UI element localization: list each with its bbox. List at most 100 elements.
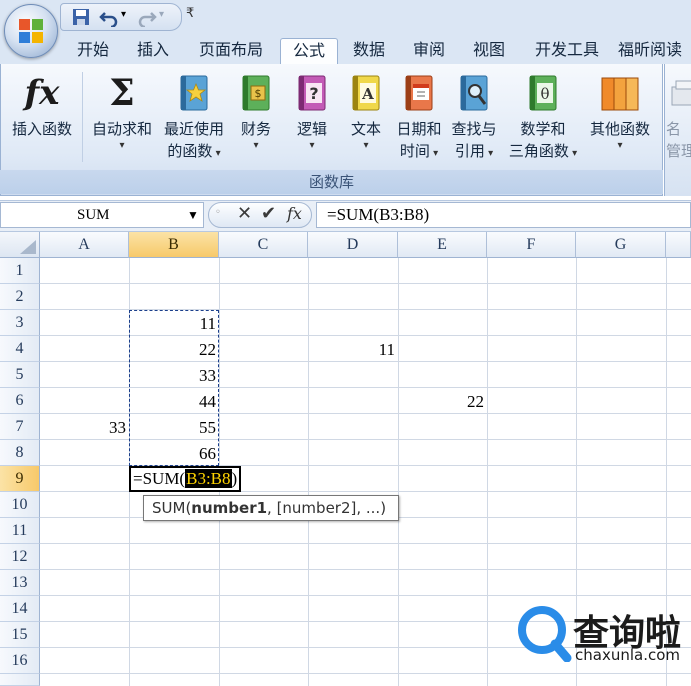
lookup-reference-button[interactable]: 查找与 引用 ▾ — [446, 68, 502, 165]
row-header-1[interactable]: 1 — [0, 258, 40, 284]
dropdown-arrow-icon: ▾ — [617, 140, 623, 151]
row-header-12[interactable]: 12 — [0, 544, 40, 570]
edit-prefix: =SUM( — [133, 469, 186, 488]
column-header-e[interactable]: E — [398, 232, 487, 258]
tooltip-arg1: number1 — [191, 499, 268, 517]
row-header-8[interactable]: 8 — [0, 440, 40, 466]
row-header-14[interactable]: 14 — [0, 596, 40, 622]
cell-d4[interactable]: 11 — [308, 336, 398, 362]
dropdown-arrow-icon: ▾ — [119, 140, 125, 151]
row-header-16[interactable]: 16 — [0, 648, 40, 674]
formula-input[interactable]: =SUM(B3:B8) — [316, 202, 691, 228]
tab-foxit-reader[interactable]: 福昕阅读 — [618, 38, 691, 64]
column-header-a[interactable]: A — [40, 232, 129, 258]
cell-a7[interactable]: 33 — [40, 414, 129, 440]
row-header-7[interactable]: 7 — [0, 414, 40, 440]
math-trig-button[interactable]: θ 数学和 三角函数 ▾ — [502, 68, 584, 165]
tab-data[interactable]: 数据 — [342, 38, 396, 64]
expand-handle-icon[interactable]: ◦ — [215, 207, 221, 218]
row-header-6[interactable]: 6 — [0, 388, 40, 414]
select-all-corner[interactable] — [0, 232, 40, 258]
customize-qat-button[interactable]: ₹ — [186, 6, 194, 21]
row-header-11[interactable]: 11 — [0, 518, 40, 544]
dropdown-arrow-icon: ▾ — [212, 148, 221, 159]
insert-function-button[interactable]: fx 插入函数 — [6, 68, 78, 140]
edit-suffix: ) — [231, 469, 238, 488]
row-header-2[interactable]: 2 — [0, 284, 40, 310]
cancel-icon[interactable]: ✕ — [237, 203, 252, 224]
name-manager-icon — [666, 68, 691, 118]
svg-text:A: A — [361, 85, 374, 103]
dropdown-arrow-icon: ▾ — [568, 148, 578, 159]
row-header-15[interactable]: 15 — [0, 622, 40, 648]
magnifier-logo-icon — [518, 606, 572, 662]
column-header-d[interactable]: D — [308, 232, 398, 258]
sigma-icon: Σ — [109, 72, 135, 114]
tab-review[interactable]: 审阅 — [402, 38, 456, 64]
undo-icon[interactable] — [99, 7, 119, 27]
lookup-book-icon — [452, 68, 496, 118]
active-cell-b9[interactable]: =SUM(B3:B8) — [129, 466, 241, 492]
autosum-button[interactable]: Σ 自动求和 ▾ — [86, 68, 158, 151]
name-manager-button[interactable]: 名 管理 — [666, 68, 691, 162]
save-icon[interactable] — [71, 7, 91, 27]
column-header-g[interactable]: G — [576, 232, 666, 258]
redo-dropdown-icon[interactable]: ▾ — [159, 9, 164, 20]
dropdown-arrow-icon: ▾ — [309, 140, 315, 151]
row-header-5[interactable]: 5 — [0, 362, 40, 388]
row-header-9[interactable]: 9 — [0, 466, 40, 492]
quick-access-toolbar: ▾ ▾ — [60, 3, 182, 31]
logical-button[interactable]: ? 逻辑 ▾ — [288, 68, 336, 151]
row-header-10[interactable]: 10 — [0, 492, 40, 518]
column-header-c[interactable]: C — [219, 232, 308, 258]
cell-e6[interactable]: 22 — [398, 388, 487, 414]
name-box[interactable]: SUM ▼ — [0, 202, 204, 228]
range-marquee — [129, 310, 219, 466]
logic-book-icon: ? — [290, 68, 334, 118]
watermark-url: chaxunla.com — [575, 646, 680, 664]
svg-text:θ: θ — [540, 85, 549, 103]
select-all-triangle-icon — [20, 240, 36, 254]
text-functions-button[interactable]: A 文本 ▾ — [342, 68, 390, 151]
tab-home[interactable]: 开始 — [66, 38, 120, 64]
dropdown-arrow-icon: ▾ — [363, 140, 369, 151]
finance-book-icon: $ — [234, 68, 278, 118]
math-book-icon: θ — [521, 68, 565, 118]
tab-view[interactable]: 视图 — [462, 38, 516, 64]
tab-developer[interactable]: 开发工具 — [522, 38, 612, 64]
office-button[interactable] — [4, 4, 58, 58]
dropdown-arrow-icon: ▾ — [253, 140, 259, 151]
name-box-dropdown-icon[interactable]: ▼ — [187, 203, 199, 227]
row-header-13[interactable]: 13 — [0, 570, 40, 596]
more-functions-button[interactable]: 其他函数 ▾ — [584, 68, 656, 151]
insert-function-icon[interactable]: fx — [287, 204, 302, 223]
enter-check-icon[interactable]: ✔ — [261, 203, 276, 224]
column-header-f[interactable]: F — [487, 232, 576, 258]
redo-icon[interactable] — [137, 7, 157, 27]
recently-used-button[interactable]: 最近使用 的函数 ▾ — [160, 68, 228, 165]
tab-formulas[interactable]: 公式 — [280, 38, 338, 65]
name-box-value: SUM — [77, 207, 110, 223]
row-header-3[interactable]: 3 — [0, 310, 40, 336]
svg-text:?: ? — [309, 84, 318, 103]
column-header-h[interactable] — [666, 232, 691, 258]
office-logo-icon — [19, 19, 43, 43]
row-header-17[interactable] — [0, 674, 40, 686]
row-header-4[interactable]: 4 — [0, 336, 40, 362]
function-library-group-label: 函数库 — [0, 170, 663, 194]
tab-page-layout[interactable]: 页面布局 — [188, 38, 274, 64]
more-books-icon — [598, 68, 642, 118]
svg-text:$: $ — [255, 87, 262, 100]
edit-range-ref: B3:B8 — [185, 469, 232, 488]
tooltip-func: SUM( — [152, 499, 192, 517]
function-argument-tooltip[interactable]: SUM(number1, [number2], ...) — [143, 495, 399, 521]
dropdown-arrow-icon: ▾ — [429, 148, 439, 159]
date-book-icon — [397, 68, 441, 118]
date-time-button[interactable]: 日期和 时间 ▾ — [392, 68, 446, 165]
tab-insert[interactable]: 插入 — [126, 38, 180, 64]
column-header-b[interactable]: B — [129, 232, 219, 258]
financial-button[interactable]: $ 财务 ▾ — [232, 68, 280, 151]
dropdown-arrow-icon: ▾ — [484, 148, 494, 159]
undo-dropdown-icon[interactable]: ▾ — [121, 9, 126, 20]
text-book-icon: A — [344, 68, 388, 118]
